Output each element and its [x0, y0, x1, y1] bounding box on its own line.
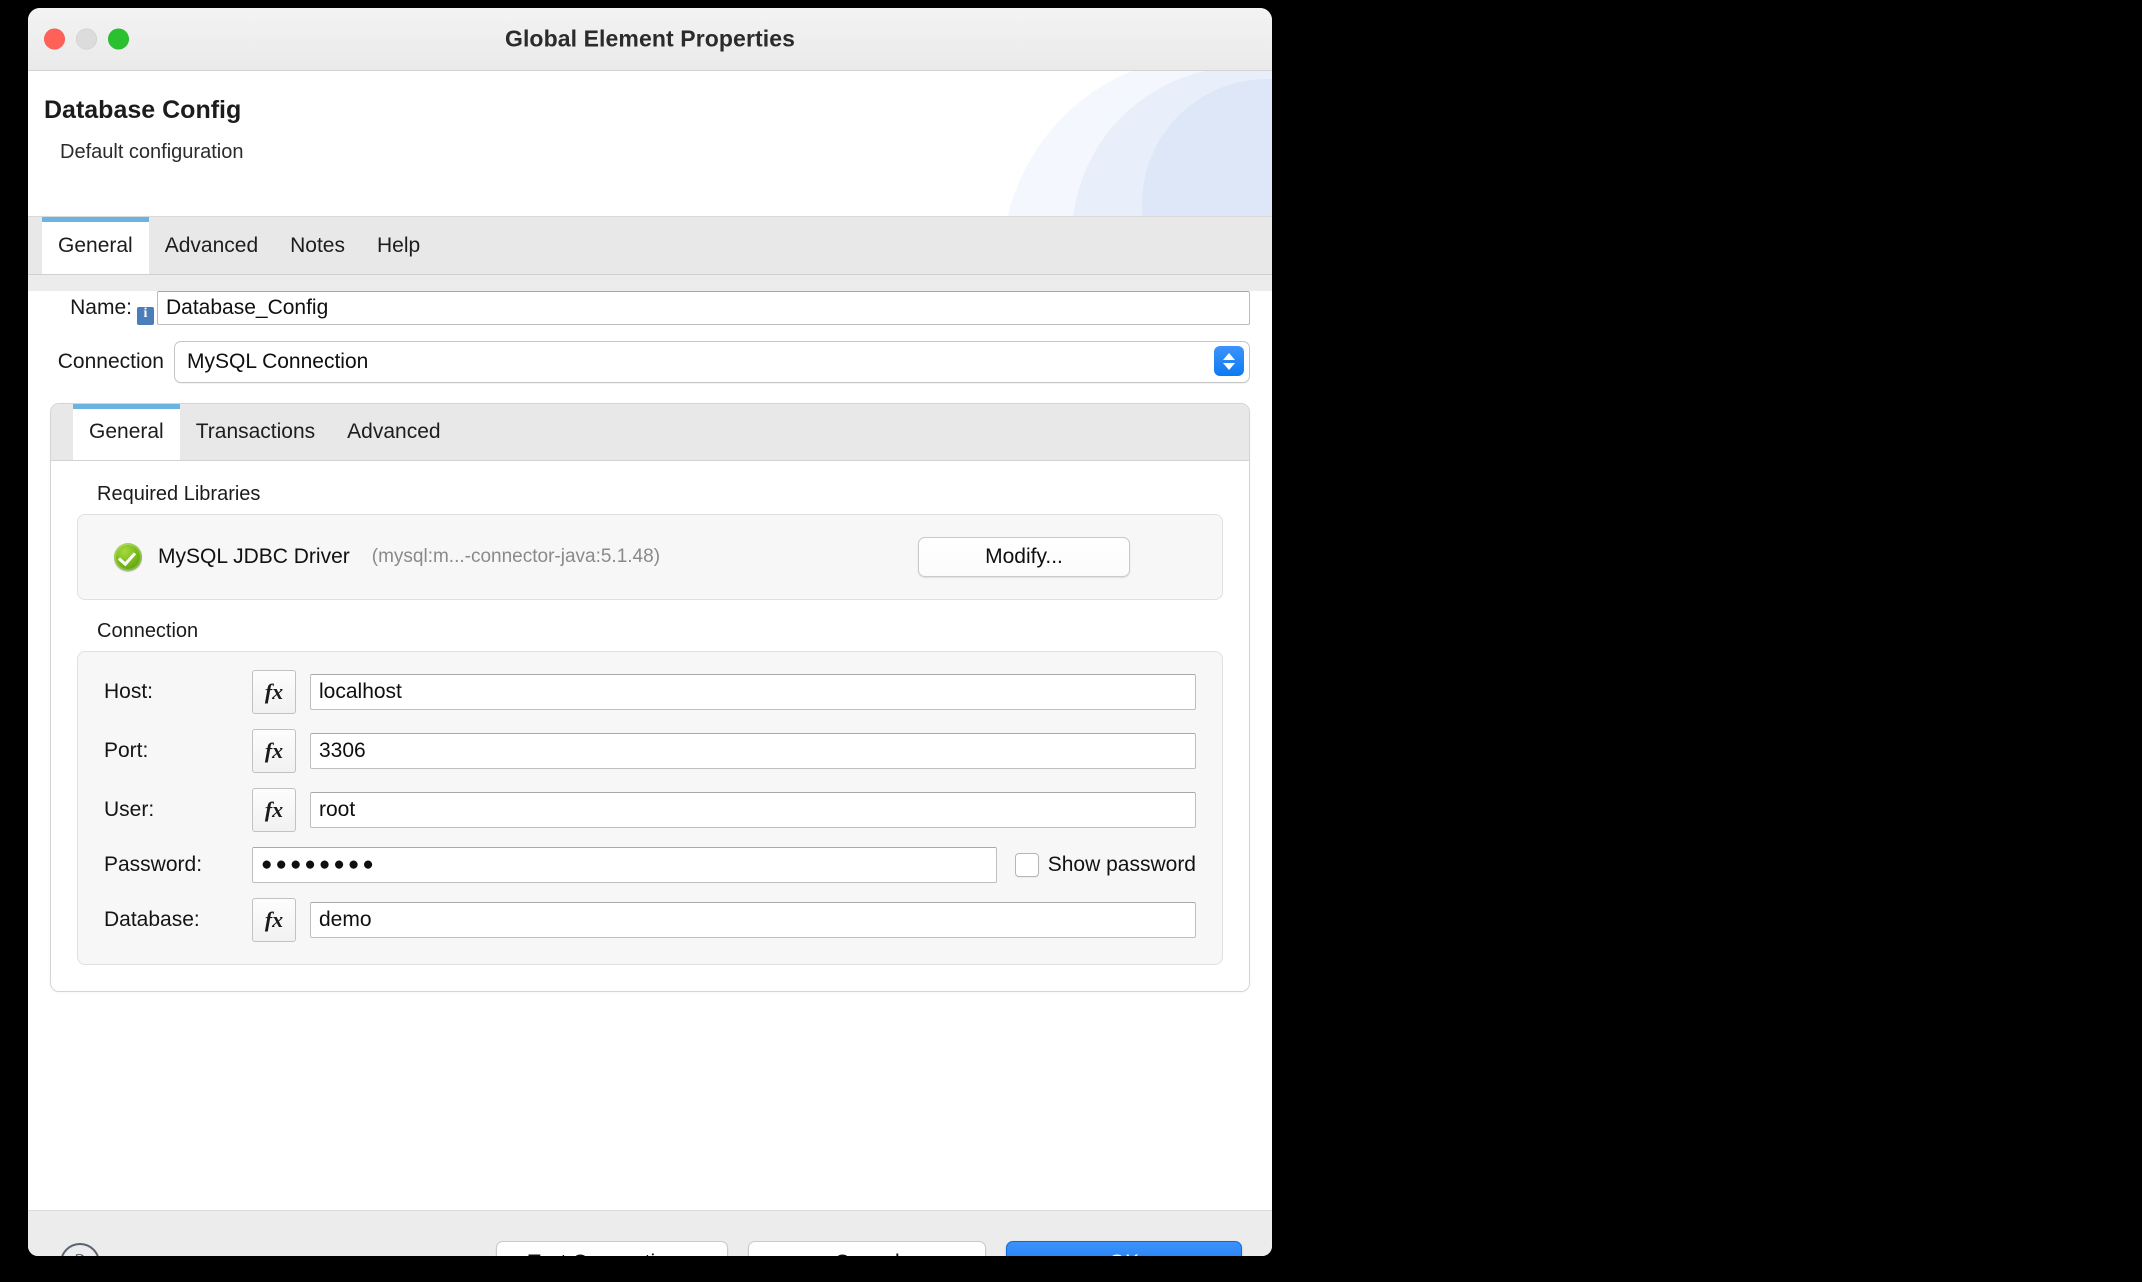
tab-content-general: Name: Connection MySQL Connection Genera…: [28, 291, 1272, 1210]
host-label: Host:: [104, 680, 154, 703]
tab-general[interactable]: General: [42, 217, 149, 274]
name-row: Name:: [28, 291, 1272, 325]
driver-coordinates: (mysql:m...-connector-java:5.1.48): [371, 546, 661, 567]
port-fx-icon[interactable]: fx: [252, 729, 296, 773]
user-label: User:: [104, 798, 155, 821]
host-fx-icon[interactable]: fx: [252, 670, 296, 714]
inner-tab-transactions[interactable]: Transactions: [180, 404, 331, 460]
password-label: Password:: [104, 853, 203, 876]
inner-tab-transactions-label: Transactions: [195, 420, 316, 443]
name-input[interactable]: [157, 291, 1250, 325]
required-libraries-label: Required Libraries: [97, 483, 261, 505]
cancel-button[interactable]: Cancel: [748, 1241, 986, 1256]
host-input[interactable]: [310, 674, 1196, 710]
header-decoration-arcs: [972, 71, 1272, 216]
password-row: Password: ●●●●●●●● Show password: [104, 847, 1196, 883]
tab-help-label: Help: [376, 233, 421, 257]
database-input[interactable]: [310, 902, 1196, 938]
user-row: User: fx: [104, 788, 1196, 832]
database-fx-icon[interactable]: fx: [252, 898, 296, 942]
show-password-checkbox[interactable]: [1014, 853, 1039, 877]
port-row: Port: fx: [104, 729, 1196, 773]
port-label: Port:: [104, 739, 149, 762]
connection-details-card: General Transactions Advanced Required L…: [50, 403, 1250, 992]
connection-select[interactable]: MySQL Connection: [174, 341, 1250, 383]
inner-tab-general[interactable]: General: [73, 404, 180, 460]
tab-advanced-label: Advanced: [164, 233, 259, 257]
host-row: Host: fx: [104, 670, 1196, 714]
show-password-control[interactable]: Show password: [1014, 853, 1196, 877]
connection-general-panel: Required Libraries MySQL JDBC Driver (my…: [51, 461, 1249, 991]
inner-tab-general-label: General: [89, 420, 164, 443]
ok-button[interactable]: OK: [1006, 1241, 1242, 1256]
footer-button-group: Test Connection... Cancel OK: [496, 1241, 1242, 1256]
info-icon[interactable]: [137, 306, 154, 325]
name-label: Name:: [70, 296, 132, 319]
page-title: Database Config: [44, 96, 242, 124]
tab-general-label: General: [58, 233, 133, 257]
database-label: Database:: [104, 908, 200, 931]
dialog-footer: ? Test Connection... Cancel OK: [28, 1210, 1272, 1256]
show-password-label: Show password: [1047, 853, 1196, 876]
tab-help[interactable]: Help: [361, 217, 436, 274]
connection-group-label: Connection: [97, 620, 199, 642]
connection-label: Connection: [57, 350, 164, 373]
test-connection-button[interactable]: Test Connection...: [496, 1241, 728, 1256]
port-input[interactable]: [310, 733, 1196, 769]
dialog-window: Global Element Properties Database Confi…: [28, 8, 1272, 1256]
question-mark-icon[interactable]: ?: [60, 1243, 100, 1256]
driver-name: MySQL JDBC Driver: [158, 545, 350, 568]
connection-tab-bar: General Transactions Advanced: [51, 404, 1249, 461]
connection-select-row: Connection MySQL Connection: [28, 341, 1272, 383]
green-check-icon: [114, 543, 142, 571]
tab-advanced[interactable]: Advanced: [149, 217, 274, 274]
required-libraries-box: MySQL JDBC Driver (mysql:m...-connector-…: [77, 514, 1223, 600]
title-bar: Global Element Properties: [28, 8, 1272, 71]
window-title: Global Element Properties: [504, 25, 796, 52]
main-tab-bar: General Advanced Notes Help: [28, 217, 1272, 275]
database-row: Database: fx: [104, 898, 1196, 942]
connection-fields-box: Host: fx Port: fx User: fx: [77, 651, 1223, 965]
header-banner: Database Config Default configuration: [28, 71, 1272, 217]
tab-notes[interactable]: Notes: [274, 217, 361, 274]
inner-tab-advanced[interactable]: Advanced: [331, 404, 456, 460]
password-input[interactable]: ●●●●●●●●: [252, 847, 997, 883]
user-fx-icon[interactable]: fx: [252, 788, 296, 832]
page-subtitle: Default configuration: [60, 141, 244, 163]
inner-tab-advanced-label: Advanced: [347, 420, 441, 443]
tab-notes-label: Notes: [290, 233, 345, 257]
chevron-up-down-icon[interactable]: [1214, 346, 1244, 376]
user-input[interactable]: [310, 792, 1196, 828]
connection-select-value: MySQL Connection: [187, 350, 369, 373]
modify-button[interactable]: Modify...: [918, 537, 1130, 577]
